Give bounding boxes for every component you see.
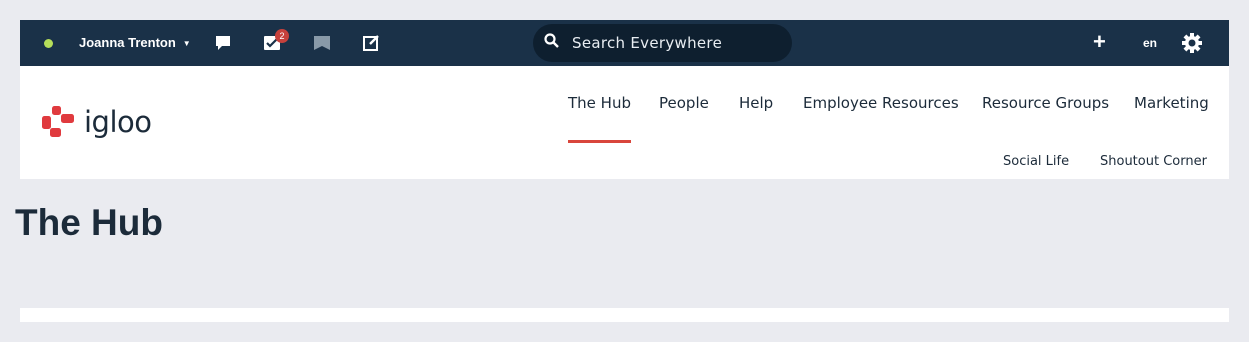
nav-shoutout-corner[interactable]: Shoutout Corner	[1100, 154, 1207, 169]
search-bar[interactable]	[533, 24, 792, 62]
content-panel	[20, 308, 1229, 322]
caret-down-icon: ▼	[182, 39, 191, 48]
search-icon	[544, 33, 559, 53]
tasks-badge: 2	[275, 29, 289, 43]
nav-help[interactable]: Help	[739, 94, 773, 112]
plus-icon[interactable]: +	[1093, 31, 1106, 53]
nav-people[interactable]: People	[659, 94, 709, 112]
nav-social-life[interactable]: Social Life	[1003, 154, 1069, 169]
site-header: igloo The Hub People Help Employee Resou…	[20, 66, 1229, 179]
logo-text: igloo	[84, 105, 152, 139]
app-frame: Joanna Trenton ▼ 2 + en	[20, 20, 1229, 179]
tasks-icon[interactable]: 2	[262, 29, 289, 53]
gear-icon[interactable]	[1182, 33, 1202, 58]
user-menu[interactable]: Joanna Trenton ▼	[79, 35, 191, 50]
nav-employee-resources[interactable]: Employee Resources	[803, 94, 959, 112]
language-selector[interactable]: en	[1143, 36, 1157, 50]
nav-the-hub[interactable]: The Hub	[568, 94, 631, 143]
search-input[interactable]	[572, 34, 772, 52]
top-toolbar: Joanna Trenton ▼ 2 + en	[20, 20, 1229, 66]
nav-resource-groups[interactable]: Resource Groups	[982, 94, 1109, 112]
compose-icon[interactable]	[361, 33, 381, 53]
page-title: The Hub	[15, 202, 163, 243]
status-dot	[44, 39, 53, 48]
chat-icon[interactable]	[213, 33, 233, 53]
nav-marketing[interactable]: Marketing	[1134, 94, 1209, 112]
logo-mark-icon	[42, 106, 74, 137]
igloo-logo[interactable]: igloo	[42, 106, 152, 138]
bookmark-icon[interactable]	[312, 33, 332, 53]
user-name: Joanna Trenton	[79, 35, 176, 50]
